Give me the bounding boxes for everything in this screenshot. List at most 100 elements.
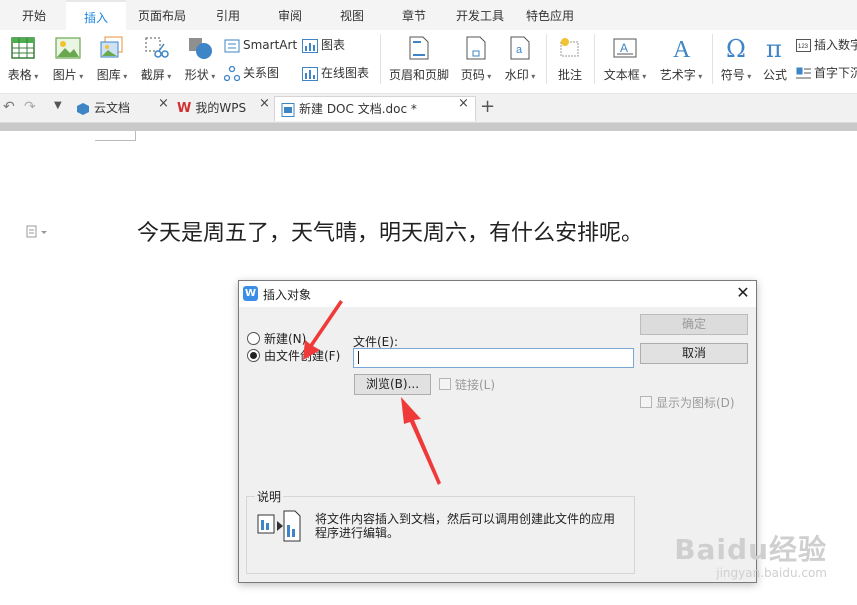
comment-button[interactable]: 批注 bbox=[552, 32, 588, 88]
description-text-line2: 程序进行编辑。 bbox=[315, 526, 400, 540]
tab-review[interactable]: 审阅 bbox=[266, 0, 314, 30]
relation-chart-button[interactable]: 关系图 bbox=[224, 63, 279, 83]
header-footer-icon bbox=[409, 36, 429, 60]
insert-file-description-icon bbox=[257, 510, 301, 542]
svg-text:A: A bbox=[673, 37, 691, 60]
ok-button[interactable]: 确定 bbox=[640, 314, 748, 335]
redo-icon[interactable]: ↷ bbox=[24, 99, 36, 115]
browse-button[interactable]: 浏览(B)... bbox=[354, 374, 431, 395]
radio-new[interactable] bbox=[247, 332, 260, 345]
doc-tab-current[interactable]: 新建 DOC 文档.doc * bbox=[274, 96, 476, 121]
radio-from-file[interactable] bbox=[247, 349, 260, 362]
watermark-brand: Baidu经验 bbox=[674, 533, 827, 566]
gallery-button[interactable]: 图库 bbox=[92, 32, 132, 88]
close-icon[interactable]: × bbox=[458, 96, 469, 111]
paragraph-marker-icon[interactable] bbox=[26, 225, 48, 239]
tab-page-layout[interactable]: 页面布局 bbox=[130, 0, 194, 30]
display-as-icon-label: 显示为图标(D) bbox=[656, 396, 735, 410]
tab-special[interactable]: 特色应用 bbox=[518, 0, 582, 30]
chart-button[interactable]: 图表 bbox=[302, 35, 345, 55]
wps-writer-logo-icon: W bbox=[243, 286, 258, 301]
document-tab-bar: ↶ ↷ ▼ 云文档 × W 我的WPS × 新建 DOC 文档.doc * × + bbox=[0, 94, 857, 123]
tab-start[interactable]: 开始 bbox=[8, 0, 60, 30]
quick-access-dropdown-icon[interactable]: ▼ bbox=[54, 100, 62, 111]
page-corner-mark bbox=[95, 131, 136, 141]
close-icon[interactable]: × bbox=[259, 96, 270, 111]
smartart-label: SmartArt bbox=[243, 38, 298, 52]
link-checkbox[interactable] bbox=[439, 378, 451, 390]
tab-developer[interactable]: 开发工具 bbox=[448, 0, 512, 30]
screenshot-button[interactable]: 截屏 bbox=[136, 32, 176, 88]
gallery-icon bbox=[100, 36, 123, 58]
watermark-button[interactable]: a 水印 bbox=[500, 32, 540, 88]
annotation-arrow-icon bbox=[401, 397, 441, 485]
omega-icon: Ω bbox=[726, 36, 746, 60]
formula-button[interactable]: π 公式 bbox=[758, 32, 792, 88]
chart-icon bbox=[302, 38, 318, 53]
number-icon: 123 bbox=[796, 39, 811, 52]
display-as-icon-checkbox[interactable] bbox=[640, 396, 652, 408]
picture-label: 图片 bbox=[48, 66, 88, 83]
drop-cap-label: 首字下沉 bbox=[814, 66, 857, 80]
svg-text:123: 123 bbox=[798, 44, 809, 50]
annotation-arrow-icon bbox=[303, 300, 343, 360]
link-checkbox-label: 链接(L) bbox=[455, 378, 496, 392]
tab-view[interactable]: 视图 bbox=[328, 0, 376, 30]
online-chart-label: 在线图表 bbox=[321, 66, 370, 80]
file-path-input[interactable] bbox=[353, 348, 634, 368]
relation-chart-label: 关系图 bbox=[243, 66, 280, 80]
drop-cap-button[interactable]: 首字下沉 bbox=[796, 63, 857, 83]
close-icon[interactable]: × bbox=[158, 96, 169, 111]
header-footer-label: 页眉和页脚 bbox=[388, 68, 449, 82]
doc-tab-cloud[interactable]: 云文档 bbox=[76, 96, 166, 120]
page-number-button[interactable]: 页码 bbox=[456, 32, 496, 88]
baidu-watermark: Baidu经验 jingyan.baidu.com bbox=[674, 528, 827, 580]
drop-cap-icon bbox=[796, 67, 811, 78]
doc-tab-my-wps[interactable]: W 我的WPS bbox=[177, 96, 267, 120]
watermark-url: jingyan.baidu.com bbox=[716, 566, 827, 580]
text-caret bbox=[358, 351, 359, 364]
symbol-button[interactable]: Ω 符号 bbox=[716, 32, 756, 88]
doc-file-icon bbox=[281, 102, 295, 117]
ribbon-separator bbox=[380, 34, 381, 84]
pi-icon: π bbox=[766, 36, 782, 60]
dialog-close-button[interactable]: ✕ bbox=[733, 283, 753, 303]
smartart-button[interactable]: SmartArt bbox=[224, 35, 297, 55]
table-icon bbox=[11, 37, 35, 59]
header-footer-button[interactable]: 页眉和页脚 bbox=[386, 32, 452, 88]
wordart-button[interactable]: A 艺术字 bbox=[656, 32, 706, 88]
textbox-label: 文本框 bbox=[600, 66, 650, 83]
insert-number-button[interactable]: 123 插入数字 bbox=[796, 35, 857, 55]
insert-number-label: 插入数字 bbox=[814, 38, 857, 52]
textbox-button[interactable]: A 文本框 bbox=[600, 32, 650, 88]
comment-label: 批注 bbox=[557, 68, 582, 82]
svg-text:A: A bbox=[620, 41, 628, 55]
picture-icon bbox=[55, 37, 81, 59]
toolbar-shadow-band bbox=[0, 123, 857, 131]
page-number-icon bbox=[466, 36, 486, 60]
shapes-label: 形状 bbox=[180, 66, 220, 83]
doc-tab-label: 我的WPS bbox=[195, 101, 247, 115]
new-tab-plus-icon[interactable]: + bbox=[480, 96, 495, 117]
svg-text:a: a bbox=[516, 44, 523, 56]
undo-icon[interactable]: ↶ bbox=[3, 99, 15, 115]
tab-chapter[interactable]: 章节 bbox=[390, 0, 438, 30]
cancel-button[interactable]: 取消 bbox=[640, 343, 748, 364]
chart-label: 图表 bbox=[321, 38, 346, 52]
screenshot-label: 截屏 bbox=[136, 66, 176, 83]
smartart-icon bbox=[224, 39, 240, 52]
ribbon-tab-row: 开始 插入 页面布局 引用 审阅 视图 章节 开发工具 特色应用 bbox=[0, 0, 857, 32]
svg-text:π: π bbox=[766, 36, 782, 60]
wordart-label: 艺术字 bbox=[656, 66, 706, 83]
shapes-button[interactable]: 形状 bbox=[180, 32, 220, 88]
table-button[interactable]: 表格 bbox=[4, 32, 42, 88]
comment-icon bbox=[560, 38, 579, 57]
picture-button[interactable]: 图片 bbox=[48, 32, 88, 88]
relation-chart-icon bbox=[224, 65, 240, 81]
tab-references[interactable]: 引用 bbox=[204, 0, 252, 30]
tab-insert[interactable]: 插入 bbox=[66, 0, 126, 32]
online-chart-button[interactable]: 在线图表 bbox=[302, 63, 369, 83]
doc-tab-label: 云文档 bbox=[94, 101, 131, 115]
document-text[interactable]: 今天是周五了，天气晴，明天周六，有什么安排呢。 bbox=[137, 215, 643, 247]
textbox-icon: A bbox=[613, 38, 637, 58]
